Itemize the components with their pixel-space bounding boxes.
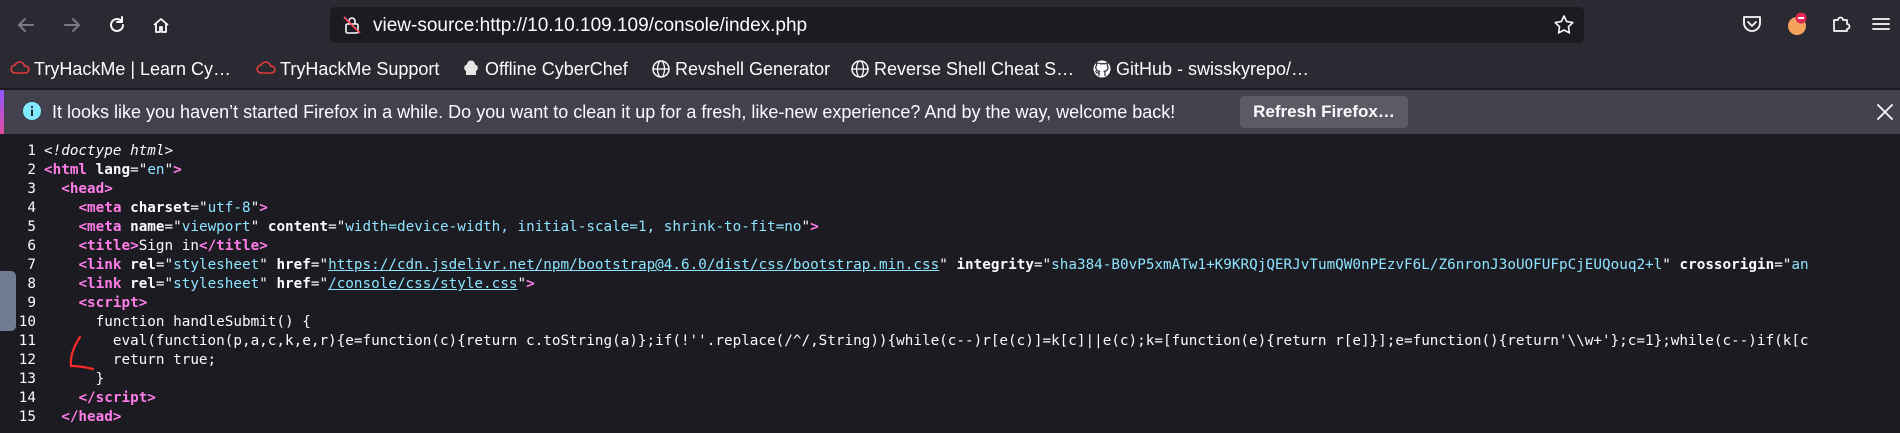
line-number: 5 xyxy=(27,219,36,235)
bookmark-cyberchef[interactable]: Offline CyberChef xyxy=(461,56,628,82)
red-annotation-mark xyxy=(69,335,95,371)
line-number: 14 xyxy=(18,390,36,406)
source-code: eval(function(p,a,c,k,e,r){e=function(c)… xyxy=(44,333,1809,349)
source-line-11: 11 eval(function(p,a,c,k,e,r){e=function… xyxy=(0,332,1900,351)
bookmark-github-swisskyrepo[interactable]: GitHub - swisskyrepo/… xyxy=(1092,56,1309,82)
source-line-13: 13 } xyxy=(0,370,1900,389)
notification-message: It looks like you haven’t started Firefo… xyxy=(52,102,1176,122)
insecure-lock-icon[interactable] xyxy=(342,15,362,35)
source-line-14: 14 </script> xyxy=(0,389,1900,408)
source-line-5: 5 <meta name="viewport" content="width=d… xyxy=(0,218,1900,237)
github-icon xyxy=(1093,60,1111,78)
source-code: <head> xyxy=(61,181,113,197)
source-code: function handleSubmit() { xyxy=(44,314,311,330)
back-button[interactable] xyxy=(10,9,42,41)
url-text[interactable]: view-source:http://10.10.109.109/console… xyxy=(373,15,807,37)
tryhackme-icon xyxy=(256,61,276,74)
source-code: </script> xyxy=(78,390,156,406)
line-number: 12 xyxy=(18,352,36,368)
line-number: 3 xyxy=(27,181,36,197)
source-code: </head> xyxy=(61,409,122,425)
bookmark-star-icon[interactable] xyxy=(1552,13,1576,37)
source-code: <link rel="stylesheet" href="/console/cs… xyxy=(78,276,535,292)
source-code: <title>Sign in</title> xyxy=(78,238,268,254)
source-code: <meta name="viewport" content="width=dev… xyxy=(78,219,819,235)
source-line-9: 9 <script> xyxy=(0,294,1900,313)
line-number: 2 xyxy=(27,162,36,178)
source-line-15: 15 </head> xyxy=(0,408,1900,427)
browser-toolbar: view-source:http://10.10.109.109/console… xyxy=(0,0,1900,50)
bookmark-reverse-shell-cheat-sheet[interactable]: Reverse Shell Cheat S… xyxy=(850,56,1074,82)
source-code: <meta charset="utf-8"> xyxy=(78,200,268,216)
source-code: <script> xyxy=(78,295,148,311)
info-icon xyxy=(23,102,41,120)
close-icon[interactable] xyxy=(1874,101,1896,123)
notification-accent xyxy=(0,90,4,134)
source-line-12: 12 return true; xyxy=(0,351,1900,370)
source-line-7: 7 <link rel="stylesheet" href="https://c… xyxy=(0,256,1900,275)
url-bar[interactable]: view-source:http://10.10.109.109/console… xyxy=(330,7,1584,43)
bookmark-revshell-generator[interactable]: Revshell Generator xyxy=(651,56,830,82)
line-number: 15 xyxy=(18,409,36,425)
bookmark-tryhackme-support[interactable]: TryHackMe Support xyxy=(256,56,439,82)
source-line-1: 1 <!doctype html> xyxy=(0,142,1900,161)
source-line-2: 2 <html lang="en"> xyxy=(0,161,1900,180)
source-line-3: 3 <head> xyxy=(0,180,1900,199)
forward-button[interactable] xyxy=(56,9,88,41)
line-number: 1 xyxy=(27,143,36,159)
menu-icon[interactable] xyxy=(1868,11,1894,37)
arrow-left-icon xyxy=(18,18,34,32)
globe-icon xyxy=(652,60,670,78)
globe-icon xyxy=(851,60,869,78)
tryhackme-icon xyxy=(10,61,30,74)
reload-button[interactable] xyxy=(101,9,133,41)
line-number: 13 xyxy=(18,371,36,387)
bookmarks-bar: TryHackMe | Learn Cy… TryHackMe Support … xyxy=(0,50,1900,88)
reload-icon xyxy=(110,16,124,32)
source-code: <html lang="en"> xyxy=(44,162,182,178)
line-number: 11 xyxy=(18,333,36,349)
source-code: <link rel="stylesheet" href="https://cdn… xyxy=(78,257,1809,273)
source-line-8: 8 <link rel="stylesheet" href="/console/… xyxy=(0,275,1900,294)
home-icon xyxy=(153,18,169,33)
refresh-firefox-button[interactable]: Refresh Firefox… xyxy=(1240,96,1408,128)
source-line-4: 4 <meta charset="utf-8"> xyxy=(0,199,1900,218)
extensions-puzzle-icon[interactable] xyxy=(1828,11,1854,37)
line-number: 4 xyxy=(27,200,36,216)
home-button[interactable] xyxy=(145,9,177,41)
arrow-right-icon xyxy=(64,18,80,32)
line-number: 6 xyxy=(27,238,36,254)
chef-icon xyxy=(464,60,478,75)
view-source-content: 1 <!doctype html> 2 <html lang="en"> 3 <head… xyxy=(0,141,1900,433)
firefox-notification-bar: It looks like you haven’t started Firefo… xyxy=(0,90,1900,134)
extension-badge-icon[interactable] xyxy=(1784,11,1810,37)
source-code: <!doctype html> xyxy=(44,143,174,159)
pocket-icon[interactable] xyxy=(1739,11,1765,37)
sidebar-drag-handle[interactable] xyxy=(0,271,16,331)
source-line-10: 10 function handleSubmit() { xyxy=(0,313,1900,332)
bookmark-tryhackme[interactable]: TryHackMe | Learn Cy… xyxy=(10,56,231,82)
source-line-6: 6 <title>Sign in</title> xyxy=(0,237,1900,256)
